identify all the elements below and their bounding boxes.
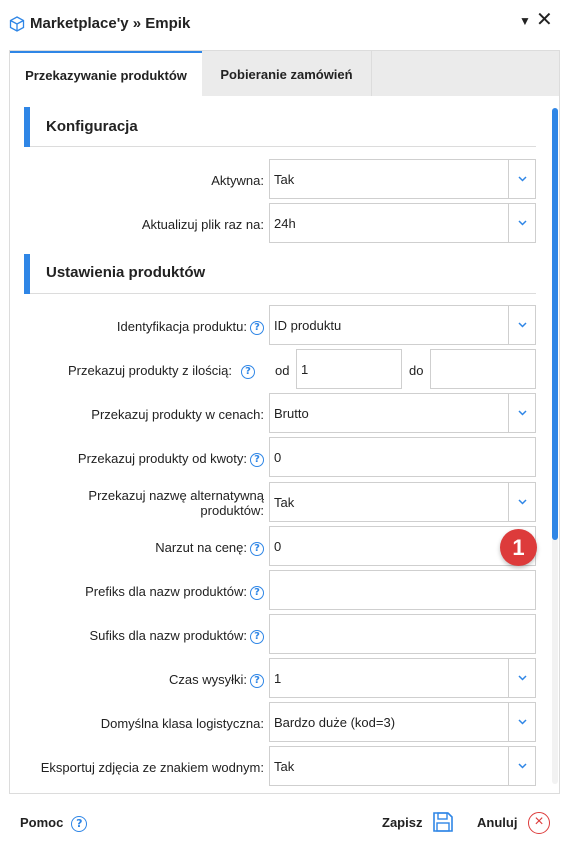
cube-icon: [9, 16, 25, 32]
aktywna-label: Aktywna:: [211, 173, 264, 188]
chevron-down-icon[interactable]: [508, 659, 535, 697]
czas-select[interactable]: 1: [269, 658, 536, 698]
help-icon[interactable]: ?: [250, 320, 264, 335]
help-icon[interactable]: ?: [241, 364, 255, 379]
section-konfiguracja: Konfiguracja: [24, 107, 536, 147]
aktualizuj-value: 24h: [274, 216, 296, 231]
czas-label: Czas wysyłki:?: [169, 672, 264, 688]
help-icon[interactable]: ?: [250, 629, 264, 644]
identyfikacja-label-text: Identyfikacja produktu:: [116, 319, 247, 334]
floppy-disk-icon[interactable]: [432, 811, 454, 833]
chevron-down-icon[interactable]: [508, 483, 535, 521]
ceny-label: Przekazuj produkty w cenach:: [91, 407, 264, 422]
zdjecia-label: Eksportuj zdjęcia ze znakiem wodnym:: [40, 760, 264, 775]
nazwa-alt-label: Przekazuj nazwę alternatywną produktów:: [88, 488, 264, 518]
aktualizuj-select[interactable]: 24h: [269, 203, 536, 243]
chevron-down-icon[interactable]: [508, 306, 535, 344]
help-button[interactable]: Pomoc?: [20, 815, 88, 832]
sufiks-label-text: Sufiks dla nazw produktów:: [89, 628, 247, 643]
klasa-select[interactable]: Bardzo duże (kod=3): [269, 702, 536, 742]
section-accent-bar: [24, 254, 30, 294]
ceny-select[interactable]: Brutto: [269, 393, 536, 433]
ceny-value: Brutto: [274, 406, 309, 421]
ilosc-od-input[interactable]: 1: [296, 349, 402, 389]
identyfikacja-select[interactable]: ID produktu: [269, 305, 536, 345]
section-accent-bar: [24, 107, 30, 147]
chevron-down-icon[interactable]: [508, 394, 535, 432]
scrollbar-thumb[interactable]: [552, 108, 558, 540]
help-icon[interactable]: ?: [250, 541, 264, 556]
aktualizuj-label: Aktualizuj plik raz na:: [141, 217, 264, 232]
ilosc-label: Przekazuj produkty z ilością:?: [68, 363, 255, 379]
prefiks-label-text: Prefiks dla nazw produktów:: [85, 584, 247, 599]
czas-value: 1: [274, 671, 282, 686]
narzut-label: Narzut na cenę:?: [155, 540, 264, 556]
identyfikacja-value: ID produktu: [274, 318, 342, 333]
help-icon[interactable]: ?: [250, 673, 264, 688]
help-icon[interactable]: ?: [250, 585, 264, 600]
sufiks-input[interactable]: [269, 614, 536, 654]
save-button[interactable]: Zapisz: [382, 815, 422, 830]
od-kwoty-input[interactable]: 0: [269, 437, 536, 477]
prefiks-label: Prefiks dla nazw produktów:?: [85, 584, 264, 600]
sufiks-label: Sufiks dla nazw produktów:?: [89, 628, 264, 644]
ilosc-label-text: Przekazuj produkty z ilością:: [67, 363, 232, 378]
tab-pobieranie-zamowien[interactable]: Pobieranie zamówień: [202, 51, 372, 97]
aktywna-select[interactable]: Tak: [269, 159, 536, 199]
od-kwoty-label-text: Przekazuj produkty od kwoty:: [77, 451, 247, 466]
ilosc-do-label: do: [409, 363, 424, 378]
narzut-input[interactable]: 0: [269, 526, 536, 566]
help-icon: ?: [71, 815, 88, 832]
narzut-label-text: Narzut na cenę:: [155, 540, 247, 555]
klasa-label: Domyślna klasa logistyczna:: [100, 716, 264, 731]
tab-przekazywanie-produktow[interactable]: Przekazywanie produktów: [10, 51, 202, 97]
chevron-down-icon[interactable]: [508, 160, 535, 198]
section-title: Ustawienia produktów: [46, 264, 206, 281]
chevron-down-icon[interactable]: [508, 204, 535, 242]
notification-badge: 1: [500, 529, 537, 566]
cancel-button[interactable]: Anuluj: [477, 815, 517, 830]
section-ustawienia-produktow: Ustawienia produktów: [24, 254, 536, 294]
section-title: Konfiguracja: [46, 118, 138, 135]
klasa-value: Bardzo duże (kod=3): [274, 715, 396, 730]
zdjecia-select[interactable]: Tak: [269, 746, 536, 786]
nazwa-alt-select[interactable]: Tak: [269, 482, 536, 522]
ilosc-od-value: 1: [301, 362, 309, 377]
zdjecia-value: Tak: [274, 759, 295, 774]
ilosc-od-label: od: [275, 363, 290, 378]
window-titlebar: Marketplace'y » Empik ▼ ✕: [0, 0, 569, 50]
chevron-down-icon[interactable]: [508, 703, 535, 741]
nazwa-alt-label-line1: Przekazuj nazwę alternatywną: [88, 488, 264, 503]
od-kwoty-label: Przekazuj produkty od kwoty:?: [78, 451, 264, 467]
od-kwoty-value: 0: [274, 450, 282, 465]
help-icon[interactable]: ?: [250, 452, 264, 467]
window-menu-caret-icon[interactable]: ▼: [519, 14, 531, 28]
narzut-value: 0: [274, 539, 282, 554]
prefiks-input[interactable]: [269, 570, 536, 610]
ilosc-do-input[interactable]: [430, 349, 536, 389]
nazwa-alt-label-line2: produktów:: [200, 503, 264, 518]
chevron-down-icon[interactable]: [508, 747, 535, 785]
help-button-label: Pomoc: [20, 815, 64, 830]
czas-label-text: Czas wysyłki:: [168, 672, 247, 687]
nazwa-alt-value: Tak: [274, 495, 295, 510]
window-close-icon[interactable]: ✕: [536, 10, 553, 30]
tab-bar: Przekazywanie produktów Pobieranie zamów…: [9, 50, 560, 97]
aktywna-value: Tak: [274, 172, 295, 187]
close-circle-icon[interactable]: ×: [528, 812, 550, 834]
footer: Pomoc? Zapisz Anuluj ×: [0, 794, 569, 858]
window-title: Marketplace'y » Empik: [30, 15, 191, 32]
identyfikacja-label: Identyfikacja produktu:?: [117, 319, 264, 335]
